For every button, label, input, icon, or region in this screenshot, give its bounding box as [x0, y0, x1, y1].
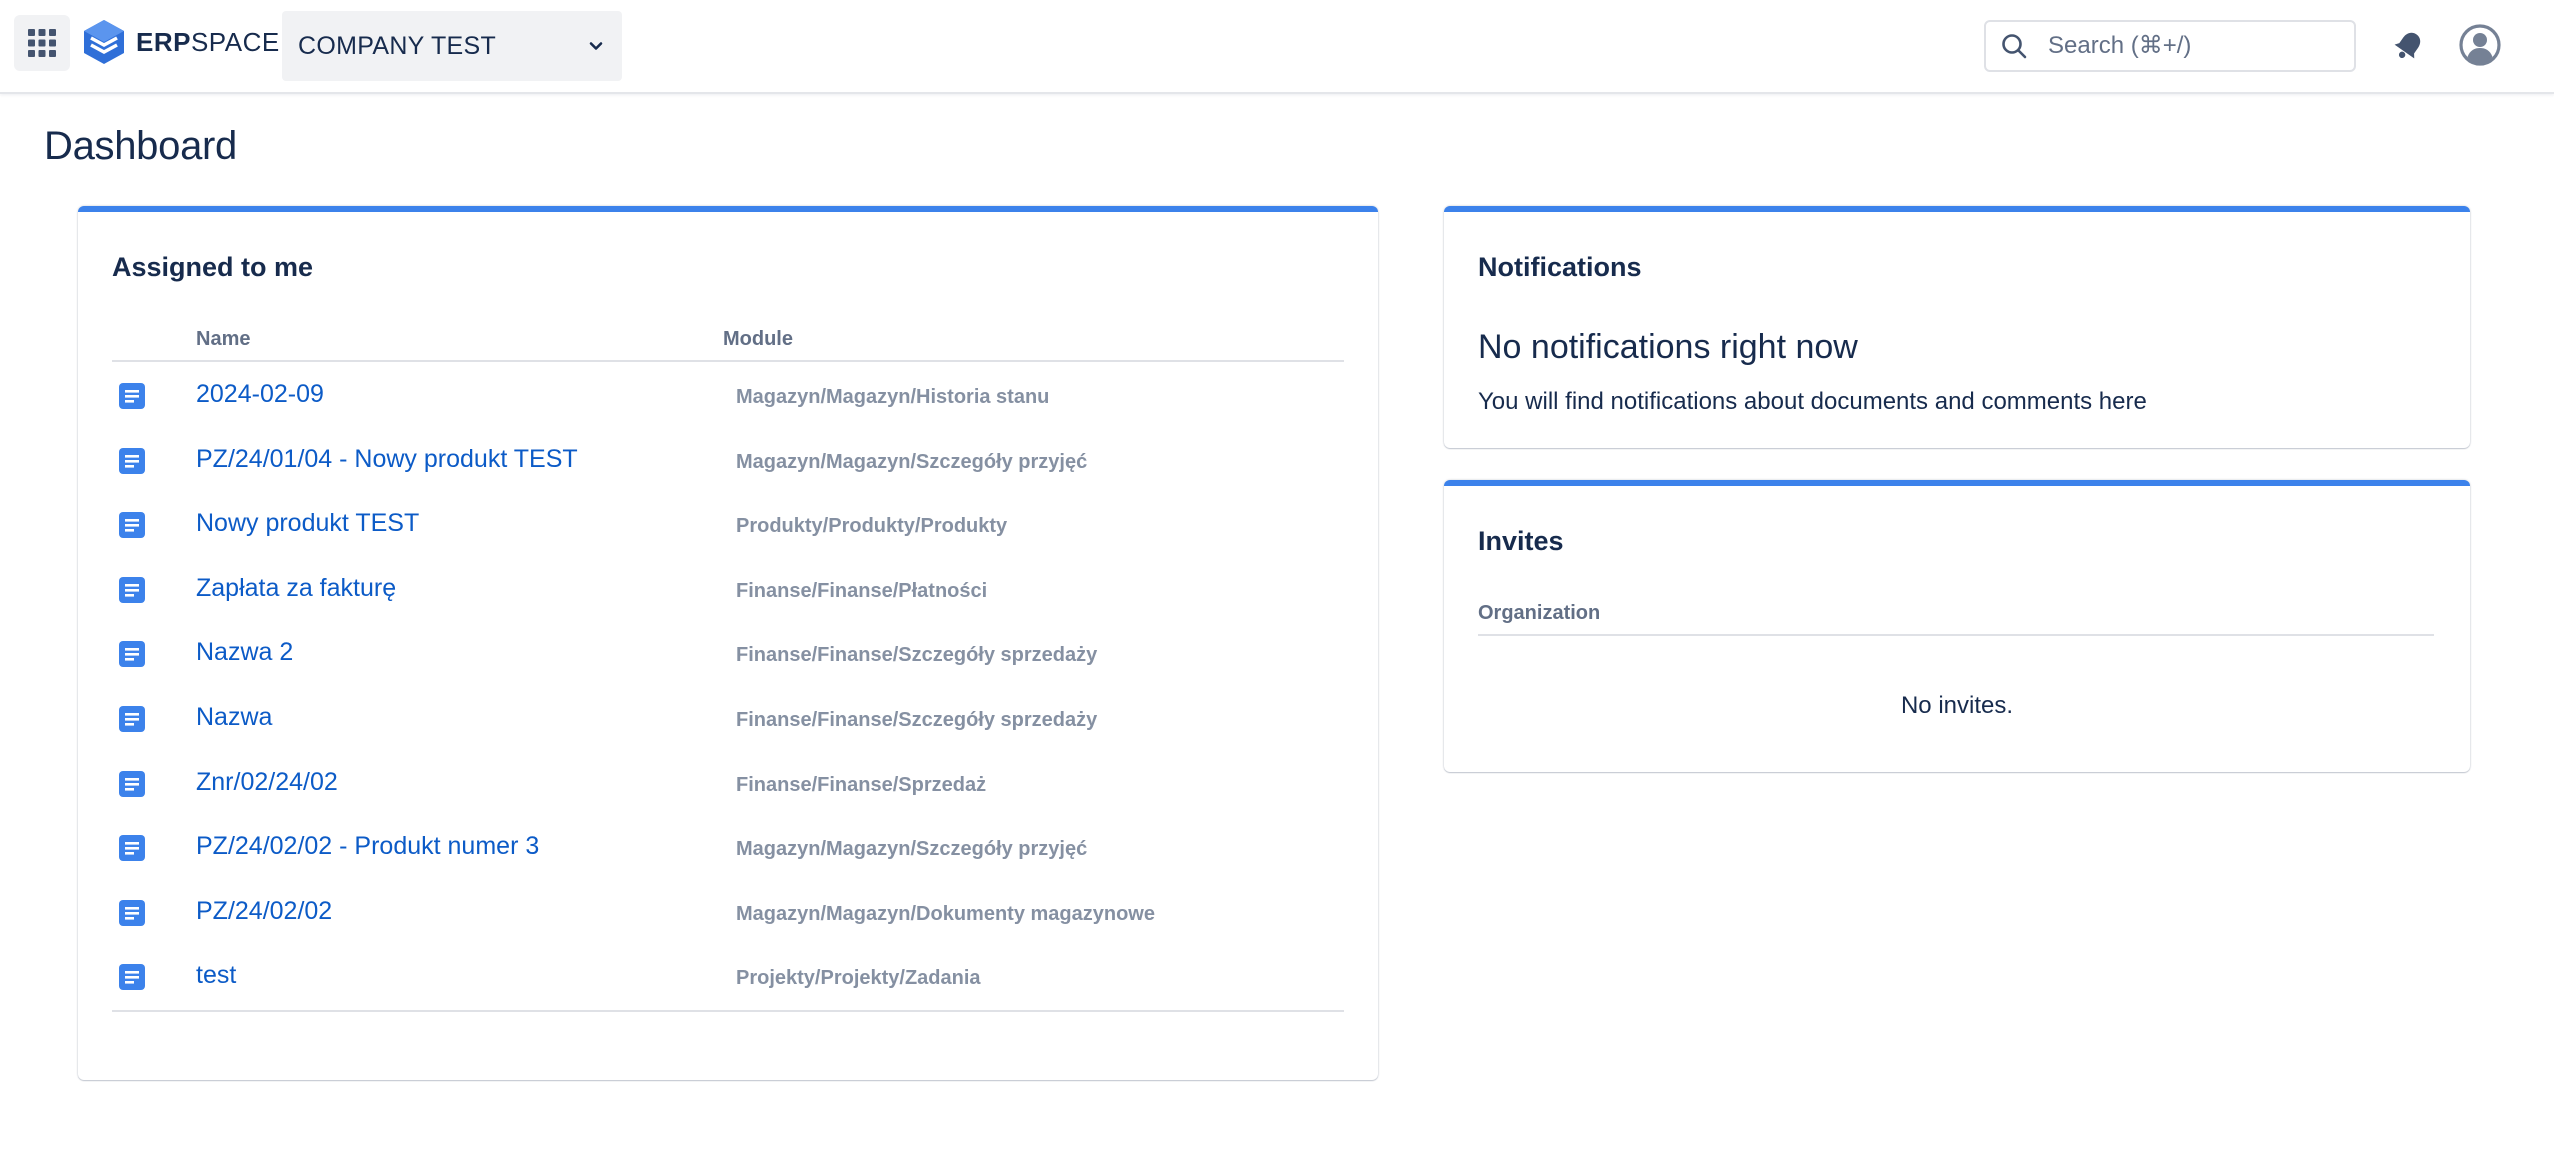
company-selector-value: COMPANY TEST: [298, 31, 497, 60]
document-icon: [119, 964, 145, 991]
column-header-module[interactable]: Module: [723, 328, 793, 351]
module-path: Finanse/Finanse/Szczegóły sprzedaży: [736, 644, 1098, 667]
app-grid-icon: [28, 29, 56, 57]
table-row: 2024-02-09 Magazyn/Magazyn/Historia stan…: [112, 362, 1344, 427]
table-row: PZ/24/02/02 Magazyn/Magazyn/Dokumenty ma…: [112, 879, 1344, 944]
document-link[interactable]: Nazwa 2: [196, 638, 293, 667]
module-path: Projekty/Projekty/Zadania: [736, 967, 981, 990]
app-switcher-button[interactable]: [14, 15, 70, 71]
table-row: test Projekty/Projekty/Zadania: [112, 943, 1344, 1008]
document-link[interactable]: Znr/02/24/02: [196, 768, 338, 797]
table-bottom-divider: [112, 1010, 1344, 1012]
document-icon: [119, 770, 145, 797]
search-input[interactable]: [2048, 32, 2328, 60]
search-box[interactable]: [1984, 20, 2356, 72]
table-row: Znr/02/24/02 Finanse/Finanse/Sprzedaż: [112, 750, 1344, 815]
user-avatar-button[interactable]: [2457, 22, 2503, 68]
invites-card: Invites Organization No invites.: [1444, 480, 2470, 772]
page-title: Dashboard: [44, 124, 237, 168]
document-icon: [119, 641, 145, 668]
invites-card-title: Invites: [1478, 526, 1564, 556]
document-icon: [119, 705, 145, 732]
document-link[interactable]: Nazwa: [196, 703, 272, 732]
notifications-card: Notifications No notifications right now…: [1444, 206, 2470, 448]
column-header-name[interactable]: Name: [196, 328, 250, 351]
table-row: Nazwa 2 Finanse/Finanse/Szczegóły sprzed…: [112, 620, 1344, 685]
user-avatar-icon: [2459, 24, 2501, 66]
document-link[interactable]: 2024-02-09: [196, 380, 324, 409]
module-path: Finanse/Finanse/Sprzedaż: [736, 773, 987, 796]
document-icon: [119, 899, 145, 926]
document-icon: [119, 835, 145, 862]
document-icon: [119, 512, 145, 539]
document-link[interactable]: Nowy produkt TEST: [196, 509, 419, 538]
header-divider: [1478, 634, 2434, 636]
module-path: Finanse/Finanse/Płatności: [736, 579, 988, 602]
document-link[interactable]: Zapłata za fakturę: [196, 574, 396, 603]
notification-icon: [2394, 32, 2421, 59]
assigned-list: 2024-02-09 Magazyn/Magazyn/Historia stan…: [112, 362, 1344, 1008]
top-navigation-bar: ERPSPACE COMPANY TEST: [0, 0, 2554, 94]
column-header-organization[interactable]: Organization: [1478, 602, 1600, 625]
document-link[interactable]: PZ/24/02/02 - Produkt numer 3: [196, 832, 539, 861]
empty-state-text: No invites.: [1900, 692, 2014, 719]
table-row: PZ/24/01/04 - Nowy produkt TEST Magazyn/…: [112, 427, 1344, 492]
document-icon: [119, 447, 145, 474]
document-icon: [119, 383, 145, 409]
company-selector[interactable]: COMPANY TEST: [282, 11, 622, 81]
module-path: Magazyn/Magazyn/Dokumenty magazynowe: [736, 902, 1155, 925]
logo-text: ERPSPACE: [136, 26, 280, 57]
document-link[interactable]: PZ/24/02/02: [196, 897, 332, 926]
search-icon: [2002, 34, 2027, 59]
chevron-down-icon: [589, 42, 603, 50]
module-path: Produkty/Produkty/Produkty: [736, 515, 1008, 538]
empty-state-heading: No notifications right now: [1478, 328, 1858, 366]
assigned-card-title: Assigned to me: [112, 252, 314, 282]
notifications-button[interactable]: [2388, 24, 2430, 66]
assigned-to-me-card: Assigned to me Name Module 2024-02-09 Ma…: [78, 206, 1378, 1080]
module-path: Magazyn/Magazyn/Szczegóły przyjęć: [736, 838, 1088, 861]
module-path: Magazyn/Magazyn/Szczegóły przyjęć: [736, 450, 1088, 473]
table-row: Zapłata za fakturę Finanse/Finanse/Płatn…: [112, 556, 1344, 621]
document-link[interactable]: test: [196, 961, 236, 990]
notifications-card-title: Notifications: [1478, 252, 1642, 282]
table-row: Nazwa Finanse/Finanse/Szczegóły sprzedaż…: [112, 685, 1344, 750]
module-path: Magazyn/Magazyn/Historia stanu: [736, 386, 1050, 408]
empty-state-text: You will find notifications about docume…: [1478, 388, 2147, 415]
table-row: Nowy produkt TEST Produkty/Produkty/Prod…: [112, 491, 1344, 556]
erpspace-logo[interactable]: ERPSPACE: [82, 18, 280, 66]
erpspace-logo-icon: [84, 20, 124, 64]
table-row: PZ/24/02/02 - Produkt numer 3 Magazyn/Ma…: [112, 814, 1344, 879]
module-path: Finanse/Finanse/Szczegóły sprzedaży: [736, 708, 1098, 731]
document-link[interactable]: PZ/24/01/04 - Nowy produkt TEST: [196, 445, 578, 474]
document-icon: [119, 576, 145, 603]
